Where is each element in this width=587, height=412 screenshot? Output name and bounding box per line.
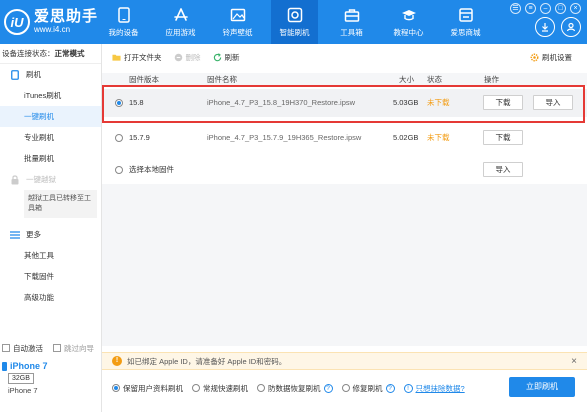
firmware-radio[interactable] (115, 99, 123, 107)
device-model: iPhone 7 (8, 386, 38, 395)
capacity-badge: 32GB (8, 373, 34, 384)
iphone-icon (2, 361, 7, 371)
keep-data-radio[interactable] (112, 384, 120, 392)
firmware-radio[interactable] (115, 134, 123, 142)
local-firmware-radio[interactable] (115, 166, 123, 174)
repair-radio[interactable] (341, 384, 350, 392)
menu-icon[interactable]: ≡ (525, 3, 536, 14)
open-folder-button[interactable]: 打开文件夹 (112, 52, 162, 63)
apple-id-alert: ! 如已绑定 Apple ID，请准备好 Apple ID和密码。 × (102, 352, 587, 370)
sidebar-item-other-tools[interactable]: 其他工具 (0, 245, 101, 266)
delete-button[interactable]: 删除 (174, 52, 201, 63)
download-button[interactable]: 下载 (483, 95, 523, 110)
option-quick-flash[interactable]: 常规快速刷机 (192, 383, 248, 394)
sidebar-item-batch-flash[interactable]: 批量刷机 (0, 148, 101, 169)
top-header: iU 爱思助手 www.i4.cn 我的设备 应用游戏 铃声壁纸 智能刷机 工具… (0, 0, 587, 44)
option-keep-data[interactable]: 保留用户资料刷机 (112, 383, 183, 394)
info-icon: ! (403, 383, 413, 393)
col-version: 固件版本 (129, 75, 159, 84)
status-value: 正常模式 (54, 49, 85, 58)
col-action: 操作 (484, 75, 499, 84)
sidebar-group-jailbreak[interactable]: 一键越狱 (0, 169, 101, 190)
erase-data-link[interactable]: ! 只想抹除数据? (403, 383, 465, 394)
phone-icon (116, 6, 132, 23)
col-size: 大小 (399, 75, 414, 84)
nav-tutorials[interactable]: 教程中心 (385, 0, 432, 44)
sidebar-item-one-click-flash[interactable]: 一键刷机 (0, 106, 101, 127)
sidebar-item-itunes-flash[interactable]: iTunes刷机 (0, 85, 101, 106)
import-local-button[interactable]: 导入 (483, 162, 523, 177)
gear-icon (530, 53, 539, 62)
sidebar-item-advanced[interactable]: 高级功能 (0, 287, 101, 308)
help-icon[interactable]: ? (323, 383, 333, 393)
alert-close-icon[interactable]: × (571, 356, 577, 367)
flash-now-button[interactable]: 立即刷机 (509, 377, 575, 397)
list-icon (10, 230, 20, 240)
main-panel: 打开文件夹 删除 刷新 刷机设置 固件版本 固件名称 大小 状态 操作 15.8… (102, 44, 587, 412)
phone-icon (10, 69, 20, 80)
skip-guide-checkbox[interactable] (53, 344, 61, 352)
col-status: 状态 (427, 75, 442, 84)
option-repair[interactable]: 修复刷机 ? (341, 383, 395, 394)
close-icon[interactable]: × (570, 3, 581, 14)
nav-smart-flash[interactable]: 智能刷机 (271, 0, 318, 44)
local-firmware-row[interactable]: 选择本地固件 导入 (102, 156, 587, 184)
status-badge: 未下载 (427, 98, 450, 107)
import-button[interactable]: 导入 (533, 95, 573, 110)
main-nav: 我的设备 应用游戏 铃声壁纸 智能刷机 工具箱 教程中心 爱思商城 (100, 0, 499, 44)
folder-icon (112, 54, 121, 61)
nav-apps-games[interactable]: 应用游戏 (157, 0, 204, 44)
skin-icon[interactable]: ☰ (510, 3, 521, 14)
app-store-icon (173, 7, 189, 23)
empty-area (102, 184, 587, 346)
jailbreak-note: 越狱工具已转移至工具箱 (24, 190, 97, 218)
auto-activate-checkbox[interactable] (2, 344, 10, 352)
brand-title: 爱思助手 (34, 8, 99, 25)
toolbar: 打开文件夹 删除 刷新 刷机设置 (102, 44, 587, 71)
sidebar-bottom: 自动激活 跳过向导 iPhone 7 32GB iPhone 7 (0, 341, 102, 395)
anti-recovery-radio[interactable] (257, 384, 265, 392)
sidebar-item-pro-flash[interactable]: 专业刷机 (0, 127, 101, 148)
flash-icon (287, 7, 303, 23)
warning-icon: ! (112, 356, 122, 366)
graduation-cap-icon (401, 7, 417, 23)
lock-icon (10, 174, 20, 185)
sidebar: 设备连接状态：正常模式 刷机 iTunes刷机 一键刷机 专业刷机 批量刷机 一… (0, 44, 102, 412)
wallpaper-icon (230, 7, 246, 23)
table-row[interactable]: 15.8 iPhone_4.7_P3_15.8_19H370_Restore.i… (102, 89, 587, 117)
refresh-button[interactable]: 刷新 (213, 52, 240, 63)
window-controls: ☰ ≡ – □ × (510, 3, 581, 14)
maximize-icon[interactable]: □ (555, 3, 566, 14)
help-icon[interactable]: ? (385, 383, 395, 393)
option-anti-recovery[interactable]: 防数据恢复刷机 ? (257, 383, 333, 394)
refresh-icon (213, 53, 221, 62)
minimize-icon[interactable]: – (540, 3, 551, 14)
toolbox-icon (344, 7, 360, 23)
device-status: 设备连接状态：正常模式 (0, 44, 101, 64)
download-button[interactable]: 下载 (483, 130, 523, 145)
device-name[interactable]: iPhone 7 (0, 361, 102, 371)
nav-ringtones-wallpapers[interactable]: 铃声壁纸 (214, 0, 261, 44)
download-manager-icon[interactable] (535, 17, 555, 37)
sidebar-item-download-firmware[interactable]: 下载固件 (0, 266, 101, 287)
brand-logo: iU 爱思助手 www.i4.cn (4, 5, 104, 39)
user-account-icon[interactable] (561, 17, 581, 37)
col-name: 固件名称 (207, 75, 237, 84)
nav-shop[interactable]: 爱思商城 (442, 0, 489, 44)
status-badge: 未下载 (427, 133, 450, 142)
table-row[interactable]: 15.7.9 iPhone_4.7_P3_15.7.9_19H365_Resto… (102, 124, 587, 152)
quick-flash-radio[interactable] (192, 384, 200, 392)
nav-toolbox[interactable]: 工具箱 (328, 0, 375, 44)
sidebar-group-flash[interactable]: 刷机 (0, 64, 101, 85)
options-row: 自动激活 跳过向导 (0, 341, 102, 355)
shop-icon (458, 7, 474, 23)
table-header: 固件版本 固件名称 大小 状态 操作 (102, 73, 587, 86)
flash-options: 保留用户资料刷机 常规快速刷机 防数据恢复刷机 ? 修复刷机 ? ! 只想抹除数… (102, 377, 587, 399)
brand-url: www.i4.cn (34, 25, 71, 34)
nav-my-device[interactable]: 我的设备 (100, 0, 147, 44)
logo-mark: iU (4, 9, 30, 35)
sidebar-group-more[interactable]: 更多 (0, 224, 101, 245)
flash-settings-button[interactable]: 刷机设置 (530, 52, 572, 63)
delete-icon (174, 53, 182, 62)
